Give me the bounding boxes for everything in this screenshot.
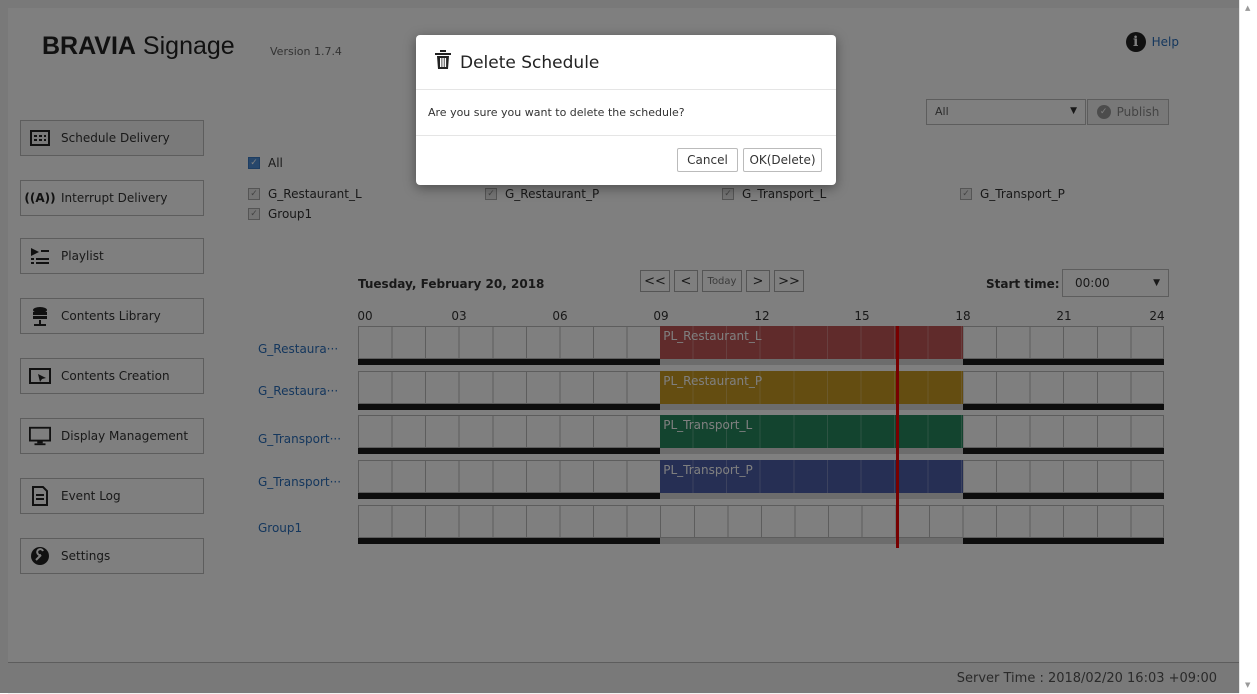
cancel-button[interactable]: Cancel bbox=[677, 148, 738, 172]
scroll-up-icon[interactable]: ▲ bbox=[1245, 4, 1250, 12]
delete-schedule-dialog: Delete Schedule Are you sure you want to… bbox=[416, 35, 836, 185]
ok-delete-button[interactable]: OK(Delete) bbox=[743, 148, 822, 172]
dialog-title-text: Delete Schedule bbox=[460, 52, 600, 73]
app-window: BRAVIA Signage Version 1.7.4 i Help Sche… bbox=[0, 0, 1239, 694]
trash-icon bbox=[434, 50, 452, 75]
dialog-message: Are you sure you want to delete the sche… bbox=[428, 106, 685, 119]
divider bbox=[416, 89, 836, 90]
page-scrollbar[interactable]: ▲ ▼ bbox=[1239, 0, 1257, 693]
divider bbox=[416, 135, 836, 136]
scroll-down-icon[interactable]: ▼ bbox=[1245, 681, 1250, 689]
dialog-title: Delete Schedule bbox=[434, 50, 599, 75]
